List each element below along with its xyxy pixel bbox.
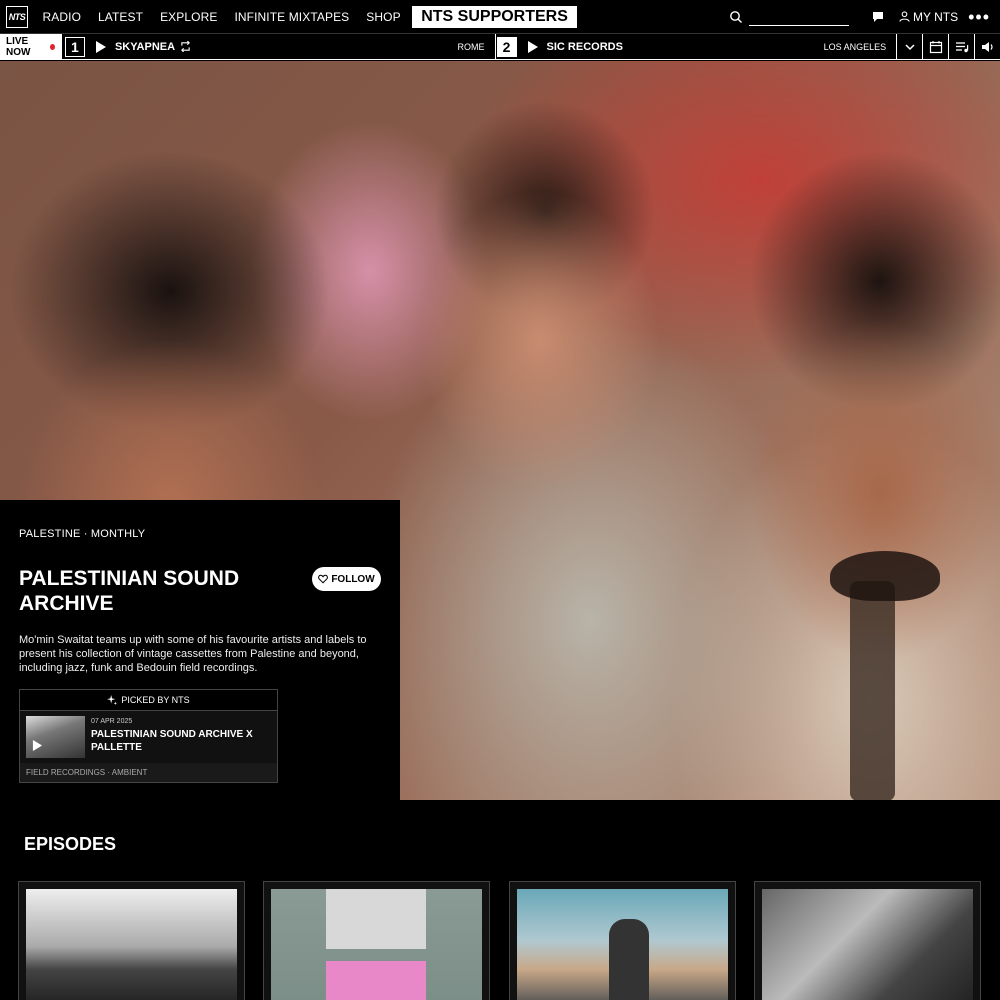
sparkle-icon	[107, 695, 118, 705]
user-icon	[899, 11, 910, 22]
nav-supporters-button[interactable]: NTS SUPPORTERS	[412, 5, 577, 28]
chevron-down-icon	[905, 43, 915, 50]
picked-label: PICKED BY NTS	[121, 695, 190, 705]
hero-photo-detail	[830, 551, 940, 601]
picked-header: PICKED BY NTS	[20, 690, 277, 711]
play-icon[interactable]	[95, 40, 107, 53]
episode-card[interactable]	[509, 881, 736, 1000]
search-icon[interactable]	[729, 10, 743, 24]
nav-radio[interactable]: RADIO	[34, 0, 90, 34]
channel-2-number: 2	[496, 36, 517, 57]
channel-1-location: ROME	[457, 41, 485, 52]
nav-latest[interactable]: LATEST	[90, 0, 152, 34]
channel-1[interactable]: 1 SKYAPNEA ROME	[60, 34, 495, 59]
volume-icon	[981, 41, 993, 52]
more-icon[interactable]: •••	[968, 8, 990, 26]
channel-1-show: SKYAPNEA	[114, 40, 176, 53]
live-now-badge: LIVE NOW	[0, 34, 61, 59]
episode-card[interactable]	[263, 881, 490, 1000]
show-description: Mo'min Swaitat teams up with some of his…	[19, 634, 367, 674]
episode-card[interactable]	[18, 881, 245, 1000]
live-player-bar: LIVE NOW 1 SKYAPNEA ROME 2 SIC RECORDS L…	[0, 34, 1000, 60]
follow-label: FOLLOW	[331, 573, 375, 585]
picked-episode-card[interactable]: PICKED BY NTS 07 APR 2025 PALESTINIAN SO…	[19, 689, 278, 783]
cassette-detail	[326, 889, 426, 949]
volume-button[interactable]	[974, 34, 1000, 59]
live-now-label: LIVE NOW	[6, 35, 31, 58]
person-detail	[609, 919, 649, 1000]
playlist-button[interactable]	[948, 34, 974, 59]
show-info-panel: PALESTINE · MONTHLY PALESTINIAN SOUND AR…	[0, 500, 400, 800]
channel-2[interactable]: 2 SIC RECORDS LOS ANGELES	[494, 34, 897, 59]
nav-shop[interactable]: SHOP	[358, 0, 409, 34]
episode-image	[762, 889, 973, 1000]
picked-text: 07 APR 2025 PALESTINIAN SOUND ARCHIVE X …	[91, 716, 261, 763]
calendar-icon	[929, 40, 942, 53]
cassette-detail	[326, 961, 426, 1000]
picked-genres[interactable]: FIELD RECORDINGS · AMBIENT	[20, 763, 277, 782]
play-icon[interactable]	[32, 740, 43, 751]
schedule-button[interactable]	[922, 34, 948, 59]
channel-1-number: 1	[64, 36, 85, 57]
repeat-icon	[181, 41, 191, 52]
picked-title[interactable]: PALESTINIAN SOUND ARCHIVE X PALLETTE	[91, 728, 261, 754]
picked-date: 07 APR 2025	[91, 718, 133, 725]
nav-explore[interactable]: EXPLORE	[152, 0, 226, 34]
playlist-icon	[955, 41, 968, 52]
episode-image	[517, 889, 728, 1000]
live-dot-icon	[50, 43, 55, 50]
episode-card[interactable]	[754, 881, 981, 1000]
top-nav: NTS RADIO LATEST EXPLORE INFINITE MIXTAP…	[0, 0, 1000, 34]
show-tags[interactable]: PALESTINE · MONTHLY	[19, 528, 145, 540]
nts-logo[interactable]: NTS	[6, 5, 28, 28]
channel-2-location: LOS ANGELES	[823, 41, 887, 52]
show-title: PALESTINIAN SOUND ARCHIVE	[19, 567, 240, 615]
episodes-heading: EPISODES	[24, 834, 117, 854]
channel-2-show: SIC RECORDS	[546, 40, 623, 53]
episode-image	[271, 889, 482, 1000]
search-input[interactable]	[748, 7, 849, 26]
my-nts-label: MY NTS	[912, 9, 959, 24]
chat-icon[interactable]	[871, 10, 885, 24]
my-nts-link[interactable]: MY NTS	[899, 10, 958, 24]
heart-icon	[318, 574, 329, 584]
picked-body: 07 APR 2025 PALESTINIAN SOUND ARCHIVE X …	[20, 711, 277, 763]
expand-button[interactable]	[896, 34, 922, 59]
hero-photo-detail	[850, 581, 895, 800]
nav-infinite-mixtapes[interactable]: INFINITE MIXTAPES	[226, 0, 358, 34]
play-icon[interactable]	[527, 40, 539, 53]
episode-image	[26, 889, 237, 1000]
picked-thumbnail[interactable]	[26, 716, 85, 758]
follow-button[interactable]: FOLLOW	[312, 567, 381, 591]
